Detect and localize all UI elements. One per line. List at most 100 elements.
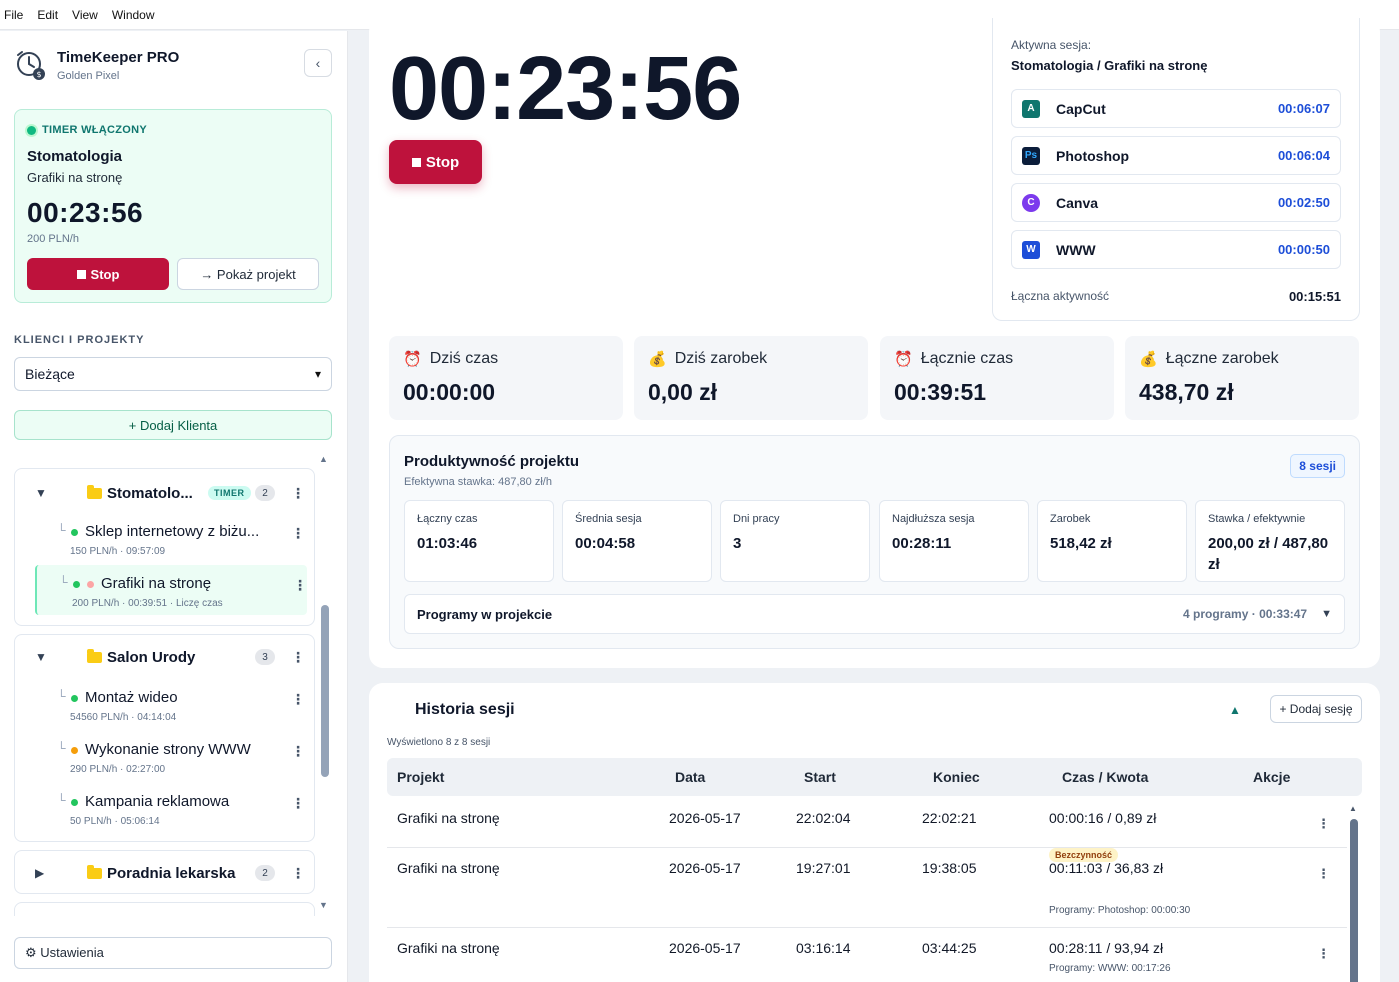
sessions-badge: 8 sesji	[1290, 454, 1345, 478]
more-icon[interactable]: ⋮	[291, 865, 305, 882]
app-name: CapCut	[1056, 100, 1106, 117]
idle-badge: Bezczynność	[1049, 848, 1119, 862]
photoshop-icon: Ps	[1022, 146, 1040, 165]
menu-file[interactable]: File	[4, 8, 23, 22]
stat-total-time: ⏰ Łącznie czas 00:39:51	[880, 336, 1114, 420]
collapse-history-icon[interactable]: ▲	[1229, 703, 1241, 717]
add-client-button[interactable]: + Dodaj Klienta	[14, 410, 332, 440]
more-icon[interactable]: ⋮	[1317, 866, 1330, 882]
project-meta: 200 PLN/h · 00:39:51 · Liczę czas	[72, 598, 223, 609]
status-dot-icon	[27, 125, 36, 135]
scroll-up-arrow[interactable]: ▲	[319, 454, 328, 464]
project-item[interactable]: └ Wykonanie strony WWW 290 PLN/h · 02:27…	[35, 731, 307, 781]
session-history-panel: Historia sesji ▲ + Dodaj sesję Wyświetlo…	[369, 683, 1380, 982]
col-date[interactable]: Data	[675, 769, 705, 785]
app-name: WWW	[1056, 241, 1096, 258]
productivity-stat: Dni pracy 3	[720, 500, 870, 582]
app-usage-row: Ps Photoshop 00:06:04	[1011, 136, 1341, 175]
productivity-stat: Stawka / efektywnie 200,00 zł / 487,80 zł	[1195, 500, 1345, 582]
status-dot-icon	[71, 529, 78, 536]
app-time: 00:06:04	[1277, 148, 1330, 163]
recording-dot-icon	[87, 581, 94, 588]
more-icon[interactable]: ⋮	[291, 525, 305, 542]
more-icon[interactable]: ⋮	[1317, 816, 1330, 832]
sidebar-scrollbar[interactable]	[321, 605, 329, 777]
app-time: 00:06:07	[1277, 101, 1330, 116]
more-icon[interactable]: ⋮	[291, 691, 305, 708]
tree-branch-icon: └	[57, 741, 66, 755]
app-name: Canva	[1056, 194, 1099, 211]
scroll-up-arrow[interactable]: ▲	[1349, 804, 1357, 813]
table-row[interactable]: Grafiki na stronę 2026-05-17 19:27:01 19…	[387, 848, 1347, 928]
running-timer-card: TIMER WŁĄCZONY Stomatologia Grafiki na s…	[14, 109, 332, 303]
col-duration-amount[interactable]: Czas / Kwota	[1062, 769, 1148, 785]
col-end[interactable]: Koniec	[933, 769, 980, 785]
more-icon[interactable]: ⋮	[291, 743, 305, 760]
folder-icon	[87, 484, 102, 499]
more-icon[interactable]: ⋮	[293, 577, 307, 594]
more-icon[interactable]: ⋮	[291, 795, 305, 812]
client-filter-select[interactable]: Bieżące ▾	[14, 357, 332, 391]
chevron-down-icon: ▾	[314, 367, 321, 381]
col-start[interactable]: Start	[804, 769, 836, 785]
project-item-active[interactable]: └ Grafiki na stronę 200 PLN/h · 00:39:51…	[35, 565, 307, 615]
more-icon[interactable]: ⋮	[1317, 946, 1330, 962]
menu-window[interactable]: Window	[112, 8, 155, 22]
project-item[interactable]: └ Sklep internetowy z biżu... 150 PLN/h …	[35, 513, 307, 563]
alarm-clock-icon: ⏰	[894, 351, 913, 368]
tree-branch-icon: └	[59, 575, 68, 589]
more-icon[interactable]: ⋮	[291, 649, 305, 666]
chevron-left-icon: ‹	[315, 55, 321, 71]
settings-button[interactable]: ⚙ Ustawienia	[14, 937, 332, 969]
chevron-right-icon[interactable]: ▶	[35, 866, 44, 880]
project-meta: 54560 PLN/h · 04:14:04	[70, 712, 177, 723]
section-label: KLIENCI I PROJEKTY	[14, 334, 145, 346]
productivity-stat: Najdłuższa sesja 00:28:11	[879, 500, 1029, 582]
programs-in-project-toggle[interactable]: Programy w projekcie 4 programy · 00:33:…	[404, 594, 1345, 634]
scroll-down-arrow[interactable]: ▼	[319, 900, 328, 910]
svg-text:$: $	[36, 70, 41, 79]
project-name: Grafiki na stronę	[101, 575, 212, 592]
client-group: ▶ Poradnia lekarska 2 ⋮	[14, 850, 315, 894]
client-group-header[interactable]: ▼ Salon Urody 3 ⋮	[15, 639, 314, 675]
tree-branch-icon: └	[57, 689, 66, 703]
money-bag-icon: 💰	[648, 351, 667, 368]
effective-rate: Efektywna stawka: 487,80 zł/h	[404, 476, 552, 488]
show-project-button[interactable]: → Pokaż projekt	[177, 258, 319, 290]
active-session-title: Stomatologia / Grafiki na stronę	[1011, 58, 1208, 73]
menu-edit[interactable]: Edit	[37, 8, 58, 22]
client-group-header[interactable]: ▼ Stomatolo... TIMER 2 ⋮	[15, 475, 314, 511]
chevron-down-icon[interactable]: ▼	[35, 486, 47, 500]
collapse-sidebar-button[interactable]: ‹	[304, 49, 332, 77]
app-usage-row: C Canva 00:02:50	[1011, 183, 1341, 222]
alarm-clock-icon: ⏰	[403, 351, 422, 368]
productivity-stat: Średnia sesja 00:04:58	[562, 500, 712, 582]
capcut-icon: A	[1022, 99, 1040, 118]
more-icon[interactable]: ⋮	[291, 485, 305, 502]
productivity-panel: Produktywność projektu Efektywna stawka:…	[389, 435, 1360, 649]
stop-button[interactable]: Stop	[389, 140, 482, 184]
active-session-label: Aktywna sesja:	[1011, 38, 1092, 52]
client-name: Salon Urody	[107, 648, 196, 666]
client-name: Poradnia lekarska	[107, 864, 236, 882]
sidebar-stop-button[interactable]: Stop	[27, 258, 169, 290]
stop-icon	[76, 269, 86, 279]
table-row[interactable]: Grafiki na stronę 2026-05-17 03:16:14 03…	[387, 928, 1347, 982]
project-name: Montaż wideo	[85, 689, 178, 706]
project-item[interactable]: └ Montaż wideo 54560 PLN/h · 04:14:04 ⋮	[35, 679, 307, 729]
client-group	[14, 902, 315, 916]
col-project[interactable]: Projekt	[397, 769, 444, 785]
table-row[interactable]: Grafiki na stronę 2026-05-17 22:02:04 22…	[387, 796, 1347, 848]
client-group-header[interactable]: ▶ Poradnia lekarska 2 ⋮	[15, 855, 314, 891]
web-icon: W	[1022, 240, 1040, 259]
project-item[interactable]: └ Kampania reklamowa 50 PLN/h · 05:06:14…	[35, 783, 307, 833]
add-session-button[interactable]: + Dodaj sesję	[1270, 695, 1362, 723]
status-dot-icon	[71, 747, 78, 754]
tree-branch-icon: └	[57, 523, 66, 537]
history-scrollbar[interactable]	[1350, 819, 1358, 982]
col-actions: Akcje	[1253, 769, 1291, 785]
history-count: Wyświetlono 8 z 8 sesji	[387, 737, 491, 748]
chevron-down-icon[interactable]: ▼	[35, 650, 47, 664]
menu-view[interactable]: View	[72, 8, 98, 22]
client-tree: ▼ Stomatolo... TIMER 2 ⋮ └ Sklep interne…	[14, 456, 318, 916]
